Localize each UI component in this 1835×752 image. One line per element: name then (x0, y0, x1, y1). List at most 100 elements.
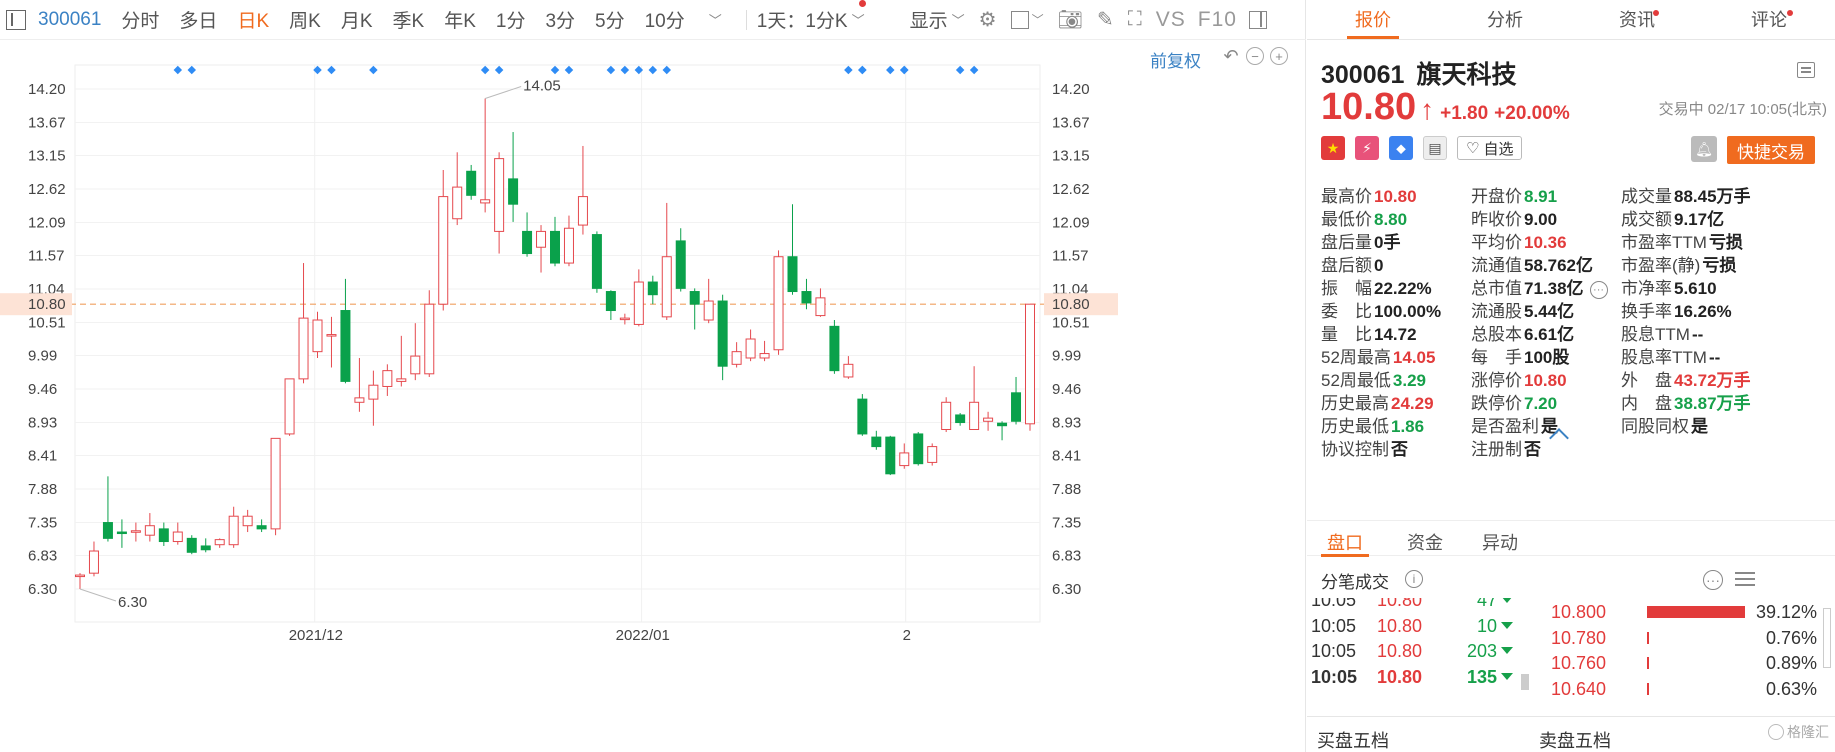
buy-five-label[interactable]: 买盘五档 (1317, 727, 1389, 752)
event-marker-icon (900, 65, 909, 75)
candle-body (745, 338, 756, 359)
x-tick-label: 2 (903, 627, 911, 644)
add-watchlist-button[interactable]: ♡ 自选 (1457, 136, 1523, 160)
stat-item: 振 幅 22.22% (1321, 279, 1432, 298)
period-tab[interactable]: 季K (393, 6, 425, 33)
info-icon[interactable]: i (1405, 570, 1423, 588)
tab-pankou[interactable]: 盘口 (1327, 529, 1363, 555)
vs-compare-button[interactable]: VS (1156, 8, 1186, 32)
chevron-down-icon: ﹀ (708, 13, 722, 28)
period-tab[interactable]: 日K (237, 6, 269, 33)
period-tab[interactable]: 1分 (496, 6, 526, 33)
stat-item: 最高价 10.80 (1321, 187, 1417, 206)
y-tick-label-left: 12.62 (28, 181, 66, 198)
last-price: 10.80 (1321, 86, 1417, 128)
quote-tab[interactable]: 评论 (1703, 0, 1835, 39)
candle-body (340, 310, 351, 382)
list-view-icon[interactable] (1735, 570, 1755, 588)
more-icon[interactable]: ··· (1703, 570, 1723, 590)
quote-tabs: 报价 分析 资讯 评论 (1307, 0, 1835, 40)
quote-tab[interactable]: 报价 (1307, 0, 1439, 39)
document-icon[interactable]: ▤ (1423, 136, 1447, 160)
event-marker-icon (620, 65, 630, 75)
candle-body (899, 452, 910, 467)
down-triangle-icon (1501, 647, 1513, 654)
square-select-icon[interactable]: ﹀ (1010, 10, 1044, 29)
candle-body (661, 256, 672, 318)
tag-icon[interactable]: ⬥ (1389, 136, 1413, 160)
candle-body (633, 281, 644, 325)
toolbar-stock-code[interactable]: 300061 (38, 9, 101, 31)
y-tick-label-right: 13.15 (1052, 147, 1090, 164)
down-triangle-icon (1501, 621, 1513, 629)
lightning-icon[interactable]: ⚡︎ (1355, 136, 1379, 160)
period-tab[interactable]: 多日 (179, 6, 217, 33)
candle-body (871, 436, 882, 448)
quick-trade-button[interactable]: 快捷交易 (1727, 136, 1815, 164)
camera-icon[interactable]: 📷︎ (1058, 7, 1083, 32)
candle-body (410, 355, 421, 375)
sell-five-label[interactable]: 卖盘五档 (1539, 727, 1611, 752)
candle-body (298, 317, 309, 380)
period-tab[interactable]: 10分 (645, 6, 685, 33)
current-price-label: 10.80 (28, 296, 66, 313)
candle-body (717, 300, 728, 367)
side-panel-icon[interactable] (1248, 10, 1267, 29)
y-tick-label-left: 12.09 (28, 215, 66, 232)
candle-body (466, 170, 477, 196)
period-tab[interactable]: 年K (444, 6, 476, 33)
candle-body (675, 240, 686, 289)
tab-abnormal[interactable]: 异动 (1482, 529, 1518, 555)
candle-body (941, 401, 952, 431)
quote-tab[interactable]: 分析 (1439, 0, 1571, 39)
minute-dropdown[interactable]: ﹀ (705, 10, 722, 29)
candle-body (494, 158, 505, 232)
candle-body (591, 234, 602, 289)
y-tick-label-right: 9.99 (1052, 347, 1081, 364)
depth-tabs: 买盘五档 卖盘五档 (1307, 716, 1835, 752)
layout-toggle-icon[interactable] (6, 9, 26, 30)
candle-body (396, 378, 407, 382)
period-tab[interactable]: 5分 (595, 6, 625, 33)
down-triangle-icon (1501, 672, 1513, 680)
book-scrollbar[interactable] (1823, 608, 1831, 668)
event-marker-icon (969, 65, 979, 75)
fullscreen-icon[interactable]: ⛶ (1128, 8, 1142, 31)
event-marker-icon (858, 65, 867, 75)
stat-item: 市盈率TTM 亏损 (1621, 233, 1743, 252)
stat-item: 总股本 6.61亿 (1471, 325, 1575, 344)
y-tick-label-left: 8.41 (28, 447, 57, 464)
low-annotation: 6.30 (118, 594, 147, 611)
stat-item: 市盈率(静) 亏损 (1621, 256, 1737, 275)
quote-tab[interactable]: 资讯 (1571, 0, 1703, 39)
period-tab[interactable]: 3分 (545, 6, 575, 33)
candle-body (815, 297, 826, 317)
stat-item: 盘后额 0 (1321, 256, 1384, 275)
y-tick-label-left: 9.99 (28, 347, 57, 364)
candle-body (228, 515, 239, 546)
display-dropdown[interactable]: 显示 ﹀ (910, 6, 965, 33)
candle-body (326, 334, 337, 337)
pencil-icon[interactable]: ✎ (1097, 7, 1114, 32)
y-tick-label-right: 8.41 (1052, 447, 1081, 464)
tick-scrollbar[interactable] (1521, 674, 1529, 690)
candle-body (955, 414, 966, 424)
f10-button[interactable]: F10 (1198, 8, 1237, 32)
bell-icon[interactable]: 🔔︎ (1691, 136, 1717, 162)
candle-body (857, 398, 868, 435)
settings-gear-icon[interactable]: ⚙ (979, 7, 997, 32)
list-icon[interactable] (1797, 62, 1815, 78)
order-book: 10.800 39.12% 10.780 0.76% 10.760 0.89% 10.640… (1535, 598, 1835, 716)
chart-toolbar: 300061 分时 多日 日K 周K 月K 季K 年K 1分 3分 5分 10分 ﹀ 1天：1分K ﹀… (0, 0, 1306, 40)
more-icon[interactable]: ··· (1589, 280, 1608, 299)
kline-chart[interactable]: 14.20 14.20 13.67 13.67 13.15 13.15 12.62 12.62… (0, 40, 1306, 752)
stat-item: 流通值 58.762亿 (1471, 256, 1593, 275)
notification-dot (1653, 10, 1659, 16)
candle-body (88, 550, 99, 574)
range-select[interactable]: 1天：1分K ﹀ (757, 6, 865, 33)
y-tick-label-left: 6.30 (28, 581, 57, 598)
period-tab[interactable]: 月K (341, 6, 373, 33)
tab-funds[interactable]: 资金 (1407, 529, 1443, 555)
period-tab[interactable]: 分时 (121, 6, 159, 33)
period-tab[interactable]: 周K (289, 6, 321, 33)
